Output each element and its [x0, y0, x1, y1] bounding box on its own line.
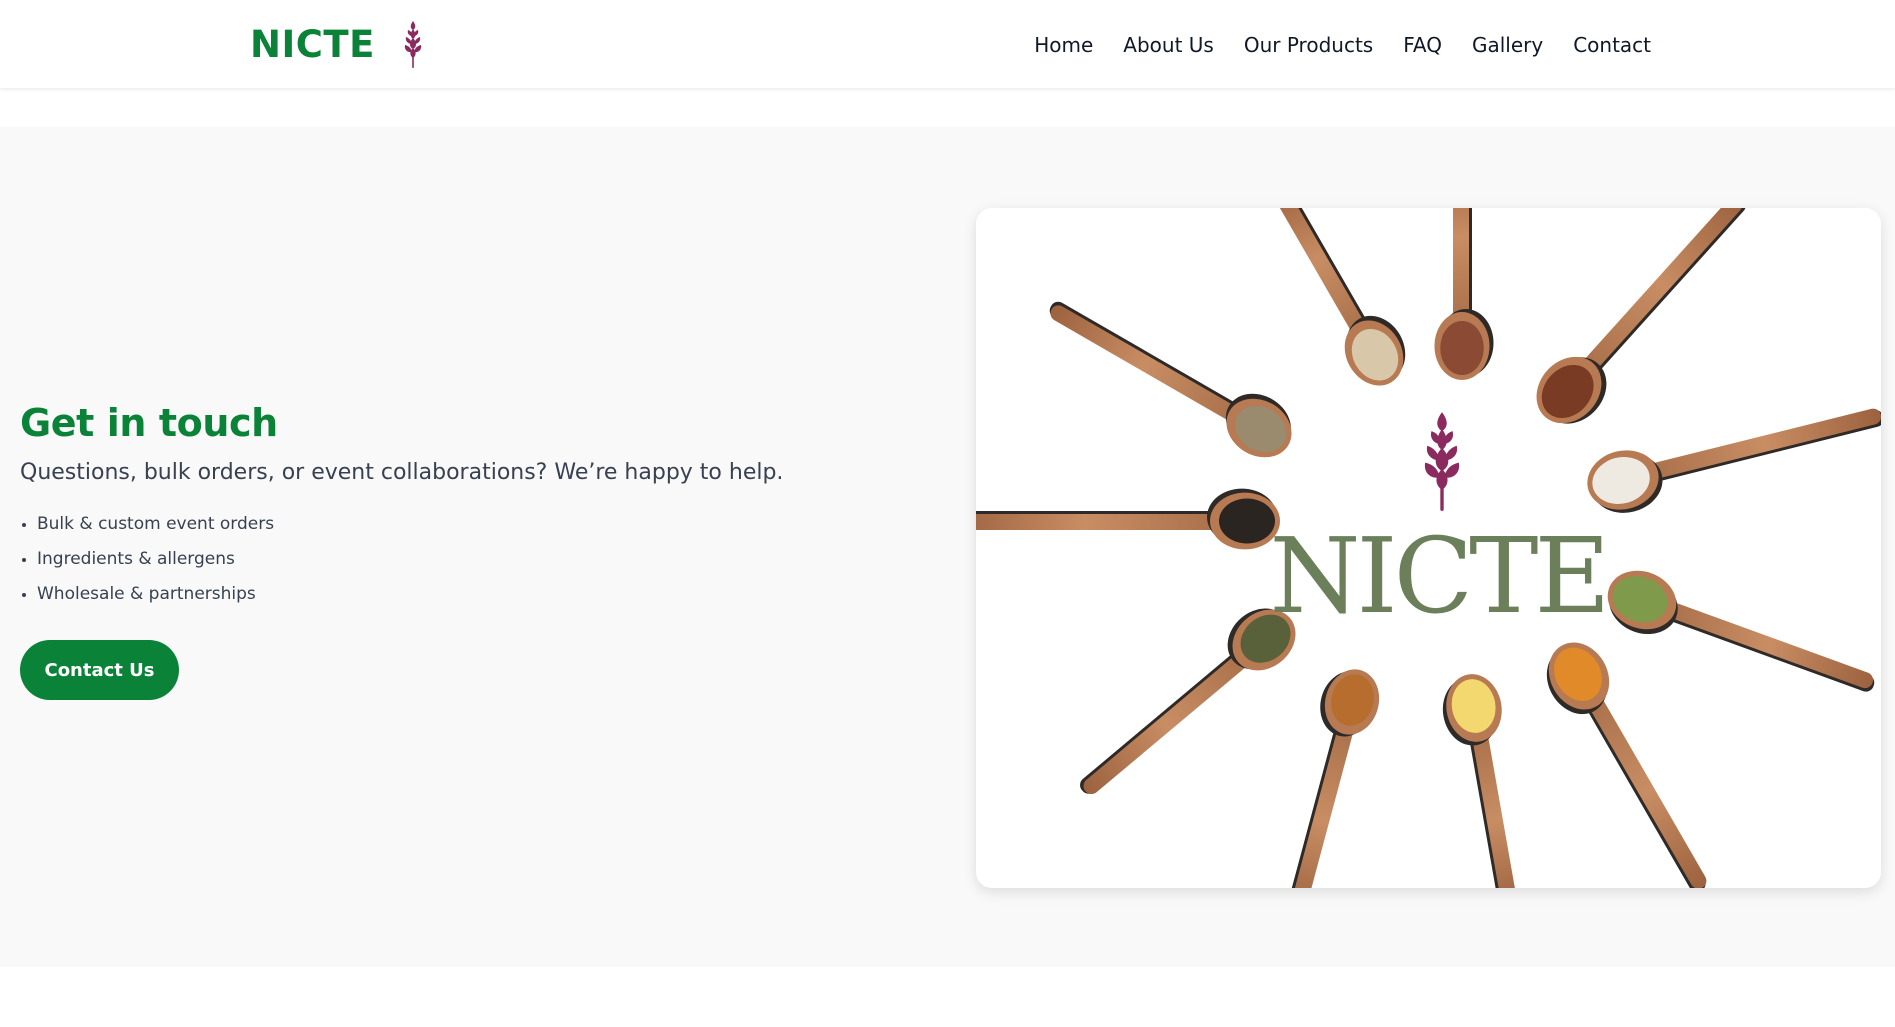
- nav-home-link[interactable]: Home: [1034, 33, 1093, 57]
- nav-gallery-link[interactable]: Gallery: [1472, 33, 1543, 57]
- contact-us-button[interactable]: Contact Us: [20, 640, 179, 700]
- main-nav: Home About Us Our Products FAQ Gallery C…: [1034, 28, 1651, 62]
- contact-topics-list: Bulk & custom event orders Ingredients &…: [20, 507, 920, 612]
- section-title: Get in touch: [20, 401, 278, 445]
- list-item: Bulk & custom event orders: [20, 507, 920, 542]
- spoons-spices-image: NICTE: [976, 208, 1881, 888]
- contact-text-column: Get in touch Questions, bulk orders, or …: [20, 399, 920, 700]
- list-item: Ingredients & allergens: [20, 542, 920, 577]
- hero-image-card: NICTE: [976, 208, 1881, 888]
- brand-name: NICTE: [250, 22, 375, 66]
- nav-faq-link[interactable]: FAQ: [1403, 33, 1442, 57]
- amaranth-sprig-icon: [404, 21, 422, 68]
- nav-our-products-link[interactable]: Our Products: [1244, 33, 1373, 57]
- image-logo-text: NICTE: [1270, 515, 1607, 637]
- contact-section: Get in touch Questions, bulk orders, or …: [0, 127, 1895, 967]
- list-item: Wholesale & partnerships: [20, 577, 920, 612]
- section-lead-text: Questions, bulk orders, or event collabo…: [20, 460, 784, 485]
- nav-contact-link[interactable]: Contact: [1573, 33, 1651, 57]
- nav-about-us-link[interactable]: About Us: [1123, 33, 1214, 57]
- site-header: NICTE Home About Us Our Products FAQ Gal…: [0, 0, 1895, 88]
- brand-logo-link[interactable]: NICTE: [250, 18, 427, 70]
